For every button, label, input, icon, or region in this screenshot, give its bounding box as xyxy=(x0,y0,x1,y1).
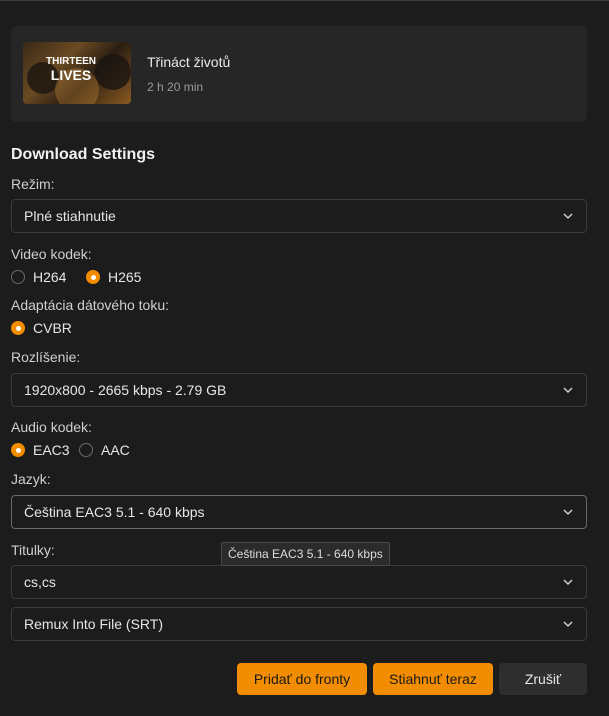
poster-title-line-1: THIRTEEN xyxy=(46,56,96,67)
bitrate-adaptation-label: Adaptácia dátového toku: xyxy=(11,297,170,313)
movie-title: Třináct životů xyxy=(147,54,231,70)
resolution-select-value: 1920x800 - 2665 kbps - 2.79 GB xyxy=(24,382,227,398)
video-codec-label: Video kodek: xyxy=(11,246,92,262)
audio-codec-aac-label: AAC xyxy=(101,442,130,458)
chevron-down-icon xyxy=(563,509,573,516)
radio-unchecked-icon xyxy=(79,443,93,457)
audio-codec-label: Audio kodek: xyxy=(11,419,92,435)
subtitles-label: Titulky: xyxy=(11,542,55,558)
language-select[interactable]: Čeština EAC3 5.1 - 640 kbps xyxy=(11,495,587,529)
subtitle-mode-select-value: Remux Into File (SRT) xyxy=(24,616,163,632)
resolution-select[interactable]: 1920x800 - 2665 kbps - 2.79 GB xyxy=(11,373,587,407)
chevron-down-icon xyxy=(563,213,573,220)
radio-checked-icon xyxy=(86,270,100,284)
chevron-down-icon xyxy=(563,621,573,628)
language-label: Jazyk: xyxy=(11,471,51,487)
bitrate-cvbr-label: CVBR xyxy=(33,320,72,336)
resolution-label: Rozlíšenie: xyxy=(11,349,81,365)
radio-checked-icon xyxy=(11,443,25,457)
subtitles-select-value: cs,cs xyxy=(24,574,56,590)
mode-label: Režim: xyxy=(11,176,55,192)
download-now-button[interactable]: Stiahnuť teraz xyxy=(373,663,493,695)
audio-codec-eac3-label: EAC3 xyxy=(33,442,70,458)
radio-unchecked-icon xyxy=(11,270,25,284)
video-codec-h264-label: H264 xyxy=(33,269,67,285)
language-select-value: Čeština EAC3 5.1 - 640 kbps xyxy=(24,504,205,520)
subtitles-select[interactable]: cs,cs xyxy=(11,565,587,599)
movie-poster: THIRTEEN LIVES xyxy=(23,42,131,104)
add-to-queue-button[interactable]: Pridať do fronty xyxy=(237,663,367,695)
mode-select-value: Plné stiahnutie xyxy=(24,208,116,224)
top-divider xyxy=(0,0,609,1)
chevron-down-icon xyxy=(563,387,573,394)
video-codec-h265-label: H265 xyxy=(108,269,142,285)
subtitle-mode-select[interactable]: Remux Into File (SRT) xyxy=(11,607,587,641)
chevron-down-icon xyxy=(563,579,573,586)
movie-card: THIRTEEN LIVES Třináct životů 2 h 20 min xyxy=(11,26,587,122)
movie-duration: 2 h 20 min xyxy=(147,80,204,94)
language-tooltip: Čeština EAC3 5.1 - 640 kbps xyxy=(221,542,390,566)
poster-title-line-2: LIVES xyxy=(51,67,91,83)
mode-select[interactable]: Plné stiahnutie xyxy=(11,199,587,233)
download-settings-heading: Download Settings xyxy=(11,146,155,163)
radio-checked-icon xyxy=(11,321,25,335)
cancel-button[interactable]: Zrušiť xyxy=(499,663,587,695)
